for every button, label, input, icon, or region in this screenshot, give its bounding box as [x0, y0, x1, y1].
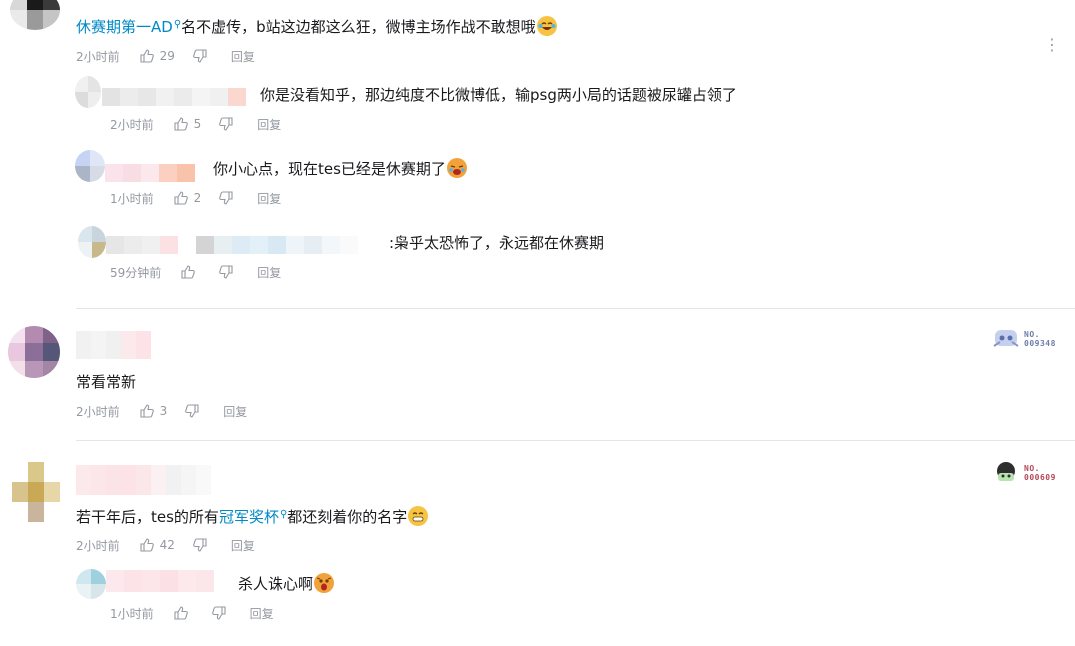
- like-button[interactable]: 3: [140, 404, 168, 418]
- reply-meta: 1小时前 2 回复: [110, 190, 281, 206]
- like-button[interactable]: 29: [140, 49, 175, 63]
- fan-badge[interactable]: NO. 000609: [992, 460, 1056, 486]
- crying-emoji: [446, 158, 467, 178]
- reply-meta: 2小时前 5 回复: [110, 116, 281, 132]
- like-button[interactable]: [181, 265, 201, 279]
- dislike-button[interactable]: [219, 117, 239, 131]
- thumb-down-icon: [193, 538, 207, 552]
- keyword-link[interactable]: 冠军奖杯: [219, 508, 279, 526]
- thumb-down-icon: [219, 191, 233, 205]
- reply-button[interactable]: 回复: [257, 264, 281, 281]
- timestamp: 2小时前: [110, 117, 154, 132]
- thumb-up-icon: [140, 538, 154, 552]
- fan-badge-icon: [997, 462, 1015, 481]
- comment-text: 休赛期第一AD⚲名不虚传，b站这边都这么狂，微博主场作战不敢想哦: [76, 15, 557, 37]
- like-count: 5: [193, 117, 202, 131]
- like-count: 29: [159, 49, 175, 63]
- comment-text: 常看常新: [76, 373, 137, 391]
- reply-button[interactable]: 回复: [257, 190, 281, 207]
- timestamp: 2小时前: [76, 538, 120, 553]
- timestamp: 2小时前: [76, 49, 120, 64]
- reply-button[interactable]: 回复: [257, 116, 281, 133]
- comment-text: 若干年后，tes的所有冠军奖杯⚲都还刻着你的名字: [76, 505, 429, 527]
- avatar[interactable]: [10, 0, 60, 30]
- reply-meta: 1小时前 回复: [110, 605, 274, 621]
- avatar[interactable]: [8, 326, 60, 378]
- avatar[interactable]: [78, 226, 106, 258]
- dislike-button[interactable]: [211, 606, 232, 620]
- thumb-up-icon: [174, 191, 188, 205]
- reply-button[interactable]: 回复: [223, 403, 247, 420]
- blurred-username: [76, 331, 151, 359]
- thumb-up-icon: [140, 404, 154, 418]
- fan-badge-number: NO. 000609: [1024, 464, 1056, 482]
- thumb-down-icon: [219, 265, 233, 279]
- avatar[interactable]: [75, 76, 101, 108]
- timestamp: 59分钟前: [110, 265, 162, 280]
- thumb-up-icon: [140, 49, 154, 63]
- comment-content: 若干年后，tes的所有: [76, 508, 219, 526]
- timestamp: 2小时前: [76, 404, 120, 419]
- divider: [76, 308, 1075, 309]
- like-count: 42: [159, 538, 175, 552]
- comment-content: 名不虚传，b站这边都这么狂，微博主场作战不敢想哦: [181, 18, 536, 36]
- reply-text: 杀人诛心啊: [238, 573, 335, 594]
- thumb-down-icon: [193, 49, 207, 63]
- dislike-button[interactable]: [185, 404, 205, 418]
- comment-meta: 2小时前 42 回复: [76, 537, 255, 553]
- divider: [76, 440, 1075, 441]
- blurred-username: [102, 88, 246, 106]
- thumb-down-icon: [185, 404, 199, 418]
- dislike-button[interactable]: [193, 538, 213, 552]
- comment-content: 都还刻着你的名字: [287, 508, 408, 526]
- grin-emoji: [408, 506, 429, 526]
- blurred-username: [76, 465, 211, 495]
- reply-text: :枭乎太恐怖了，永远都在休赛期: [389, 234, 605, 252]
- dislike-button[interactable]: [219, 265, 239, 279]
- fan-badge-number: NO. 009348: [1024, 330, 1056, 348]
- fan-badge[interactable]: NO. 009348: [992, 326, 1056, 352]
- like-count: 2: [193, 191, 202, 205]
- shocked-emoji: [314, 573, 335, 593]
- avatar[interactable]: [76, 569, 106, 599]
- reply-text: 你小心点，现在tes已经是休赛期了: [213, 158, 467, 179]
- like-button[interactable]: 2: [174, 191, 202, 205]
- reply-button[interactable]: 回复: [231, 537, 255, 554]
- reply-content: 杀人诛心啊: [238, 575, 314, 593]
- avatar[interactable]: [12, 462, 60, 522]
- fan-badge-icon: [993, 330, 1019, 347]
- comment-meta: 2小时前 29 回复: [76, 48, 255, 64]
- thumb-down-icon: [211, 606, 226, 620]
- thumb-down-icon: [219, 117, 233, 131]
- thumb-up-icon: [174, 606, 188, 620]
- reply-button[interactable]: 回复: [250, 605, 274, 622]
- like-count: 3: [159, 404, 168, 418]
- reply-text: 你是没看知乎，那边纯度不比微博低，输psg两小局的话题被尿罐占领了: [260, 86, 737, 104]
- reply-content: 你小心点，现在tes已经是休赛期了: [213, 160, 446, 178]
- username-link[interactable]: 休赛期第一AD: [76, 18, 173, 36]
- like-button[interactable]: 42: [140, 538, 175, 552]
- like-button[interactable]: [174, 606, 194, 620]
- reply-meta: 59分钟前 回复: [110, 264, 281, 280]
- more-options-icon[interactable]: ⋮: [1044, 37, 1060, 53]
- blurred-username: [105, 164, 195, 182]
- timestamp: 1小时前: [110, 606, 154, 621]
- dislike-button[interactable]: [193, 49, 213, 63]
- thumb-up-icon: [181, 265, 196, 279]
- dislike-button[interactable]: [219, 191, 239, 205]
- blurred-username: [106, 570, 214, 592]
- laughing-tears-emoji: [536, 16, 557, 36]
- blurred-username: [106, 236, 358, 254]
- reply-button[interactable]: 回复: [231, 48, 255, 65]
- comment-meta: 2小时前 3 回复: [76, 403, 247, 419]
- like-button[interactable]: 5: [174, 117, 202, 131]
- thumb-up-icon: [174, 117, 188, 131]
- timestamp: 1小时前: [110, 191, 154, 206]
- avatar[interactable]: [75, 150, 105, 182]
